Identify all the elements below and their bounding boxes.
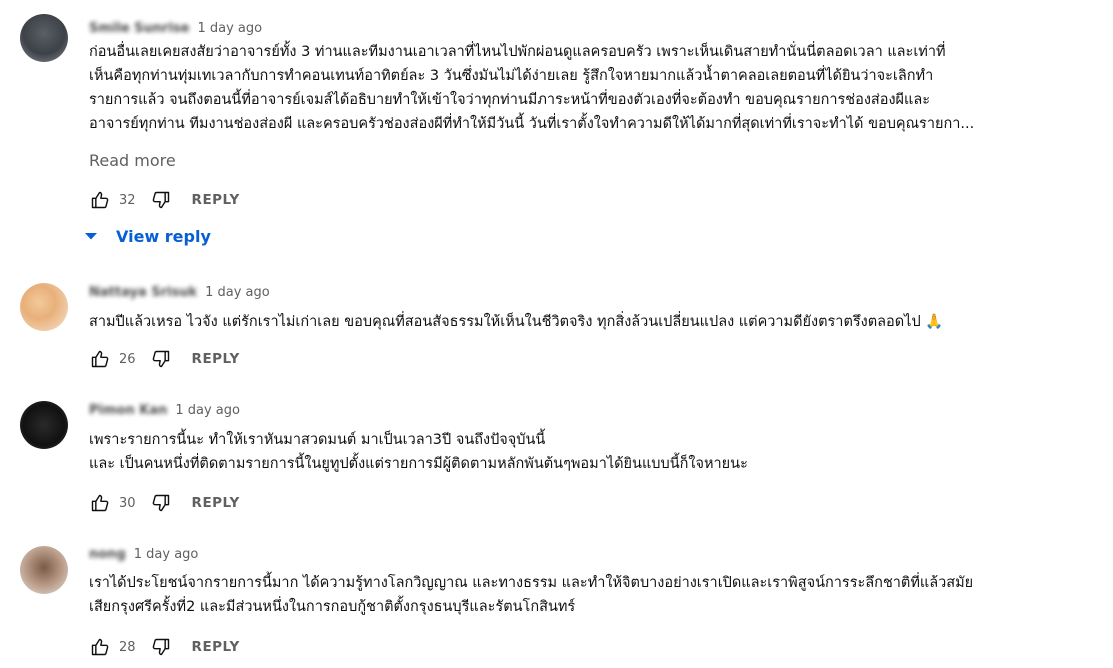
comment-actions: 28 REPLY	[89, 635, 240, 659]
comment-text-line: รายการแล้ว จนถึงตอนนี้ที่อาจารย์เจมส์ได้…	[89, 92, 931, 108]
thumb-down-icon[interactable]	[150, 636, 172, 658]
comment-text: สามปีแล้วเหรอ ไวจัง แต่รักเราไม่เก่าเลย …	[89, 310, 1094, 334]
comment-text-line: เห็นคือทุกท่านทุ่มเทเวลากับการทำคอนเทนท์…	[89, 68, 934, 84]
thumb-up-icon[interactable]	[89, 348, 111, 370]
view-reply-label: View reply	[116, 226, 211, 246]
comment-text-line: อาจารย์ทุกท่าน ทีมงานช่องส่องผี และครอบค…	[89, 116, 975, 132]
comment-text: ก่อนอื่นเลยเคยสงสัยว่าอาจารย์ทั้ง 3 ท่าน…	[89, 40, 1094, 136]
comment-text-line: เราได้ประโยชน์จากรายการนี้มาก ได้ความรู้…	[89, 575, 974, 591]
reply-button[interactable]: REPLY	[192, 351, 240, 367]
comment-text-line: เพราะรายการนี้นะ ทำให้เราหันมาสวดมนต์ มา…	[89, 432, 546, 448]
avatar[interactable]	[20, 283, 68, 331]
thumb-up-icon[interactable]	[89, 636, 111, 658]
like-count: 30	[119, 495, 136, 511]
read-more-link[interactable]: Read more	[89, 151, 176, 170]
reply-button[interactable]: REPLY	[192, 192, 240, 208]
comment-timestamp[interactable]: 1 day ago	[175, 403, 240, 418]
comment-text-line: และ เป็นคนหนึ่งที่ติดตามรายการนี้ในยูทูป…	[89, 456, 748, 472]
avatar[interactable]	[20, 401, 68, 449]
avatar[interactable]	[20, 14, 68, 62]
caret-down-icon	[85, 233, 97, 240]
comment-text: เพราะรายการนี้นะ ทำให้เราหันมาสวดมนต์ มา…	[89, 428, 1094, 476]
author-name[interactable]: nong	[89, 547, 126, 562]
comment-actions: 30 REPLY	[89, 491, 240, 515]
comment-timestamp[interactable]: 1 day ago	[205, 285, 270, 300]
thumb-down-icon[interactable]	[150, 348, 172, 370]
thumb-up-icon[interactable]	[89, 492, 111, 514]
reply-button[interactable]: REPLY	[192, 495, 240, 511]
comment-text: เราได้ประโยชน์จากรายการนี้มาก ได้ความรู้…	[89, 571, 1094, 619]
like-count: 26	[119, 351, 136, 367]
comment-timestamp[interactable]: 1 day ago	[197, 21, 262, 36]
thumb-down-icon[interactable]	[150, 492, 172, 514]
author-name[interactable]: Smile Sunrise	[89, 21, 189, 36]
comment-actions: 32 REPLY	[89, 188, 240, 212]
like-count: 28	[119, 639, 136, 655]
comment-text-line: สามปีแล้วเหรอ ไวจัง แต่รักเราไม่เก่าเลย …	[89, 314, 944, 330]
comment-text-line: เสียกรุงศรีครั้งที่2 และมีส่วนหนึ่งในการ…	[89, 599, 576, 615]
author-name[interactable]: Pimon Kan	[89, 403, 167, 418]
author-name[interactable]: Nattaya Srisuk	[89, 285, 197, 300]
thumb-up-icon[interactable]	[89, 189, 111, 211]
reply-button[interactable]: REPLY	[192, 639, 240, 655]
like-count: 32	[119, 192, 136, 208]
thumb-down-icon[interactable]	[150, 189, 172, 211]
comment-text-line: ก่อนอื่นเลยเคยสงสัยว่าอาจารย์ทั้ง 3 ท่าน…	[89, 44, 946, 60]
view-reply-button[interactable]: View reply	[84, 224, 211, 248]
comment-actions: 26 REPLY	[89, 347, 240, 371]
comment-timestamp[interactable]: 1 day ago	[134, 547, 199, 562]
avatar[interactable]	[20, 546, 68, 594]
